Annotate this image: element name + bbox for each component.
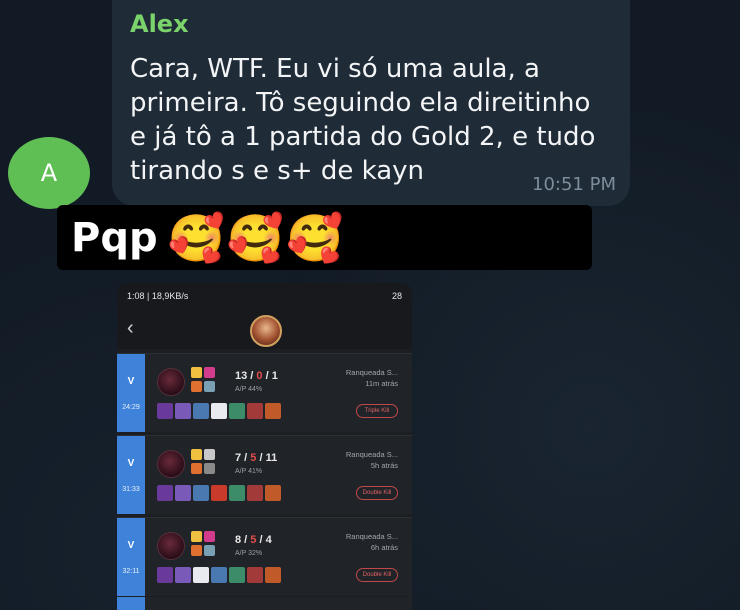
item-icon bbox=[175, 485, 191, 501]
sender-name[interactable]: Alex bbox=[130, 10, 189, 38]
champion-icon bbox=[250, 315, 282, 347]
smite-spell-icon bbox=[191, 381, 202, 392]
flash-spell-icon bbox=[191, 367, 202, 378]
battery-level: 28 bbox=[391, 291, 402, 301]
phone-nav-bar: ‹ bbox=[117, 309, 412, 349]
champion-portrait bbox=[157, 368, 185, 396]
result-bar: V 24:29 bbox=[117, 354, 145, 432]
multikill-badge: Double Kill bbox=[356, 486, 398, 500]
phone-status-bar: 1:08 | 18,9KB/s 28 bbox=[117, 283, 412, 309]
time-ago: 5h atrás bbox=[370, 461, 398, 470]
ward-item-icon bbox=[265, 485, 281, 501]
secondary-rune-icon bbox=[204, 545, 215, 556]
message-bubble[interactable]: Alex Cara, WTF. Eu vi só uma aula, a pri… bbox=[112, 0, 630, 206]
item-build bbox=[157, 403, 281, 419]
smiling-hearts-emoji-icon: 🥰 bbox=[226, 210, 285, 265]
item-icon bbox=[157, 403, 173, 419]
item-icon bbox=[193, 485, 209, 501]
item-icon bbox=[229, 403, 245, 419]
flash-spell-icon bbox=[191, 531, 202, 542]
item-icon bbox=[229, 485, 245, 501]
result-letter: V bbox=[127, 540, 135, 551]
multikill-badge: Double Kill bbox=[356, 568, 398, 582]
result-bar: V 32:11 bbox=[117, 518, 145, 596]
item-icon bbox=[175, 567, 191, 583]
kill-participation: A/P 44% bbox=[235, 386, 263, 393]
result-bar: V 31:33 bbox=[117, 436, 145, 514]
secondary-rune-icon bbox=[204, 463, 215, 474]
smite-spell-icon bbox=[191, 463, 202, 474]
match-duration: 24:29 bbox=[122, 404, 140, 411]
message-text: Cara, WTF. Eu vi só uma aula, a primeira… bbox=[130, 54, 596, 186]
item-icon bbox=[193, 403, 209, 419]
kda: 8 / 5 / 4 bbox=[235, 534, 272, 546]
item-build bbox=[157, 485, 281, 501]
caption-sticker[interactable]: Pqp 🥰 🥰 🥰 😍 😍 😍 😍 bbox=[57, 205, 592, 270]
item-icon bbox=[247, 567, 263, 583]
champion-portrait bbox=[157, 450, 185, 478]
item-icon bbox=[193, 567, 209, 583]
item-icon bbox=[211, 403, 227, 419]
queue-type: Ranqueada S... bbox=[345, 368, 398, 377]
heart-eyes-emoji-icon: 😍 bbox=[345, 210, 394, 265]
avatar-letter: A bbox=[40, 159, 58, 187]
item-icon bbox=[211, 485, 227, 501]
match-duration: 32:11 bbox=[122, 568, 140, 575]
rune-icon bbox=[204, 449, 215, 460]
ward-item-icon bbox=[265, 403, 281, 419]
item-icon bbox=[175, 403, 191, 419]
smite-spell-icon bbox=[191, 545, 202, 556]
flash-spell-icon bbox=[191, 449, 202, 460]
time-ago: 6h atrás bbox=[370, 543, 398, 552]
result-bar bbox=[117, 597, 145, 610]
queue-type: Ranqueada S... bbox=[345, 532, 398, 541]
smiling-hearts-emoji-icon: 🥰 bbox=[286, 210, 344, 265]
multikill-badge: Triple Kill bbox=[356, 404, 398, 418]
item-icon bbox=[157, 485, 173, 501]
queue-type: Ranqueada S... bbox=[345, 450, 398, 459]
champion-portrait bbox=[157, 532, 185, 560]
status-left: 1:08 | 18,9KB/s bbox=[127, 291, 189, 301]
kill-participation: A/P 32% bbox=[235, 550, 263, 557]
item-icon bbox=[247, 403, 263, 419]
item-build bbox=[157, 567, 281, 583]
kill-participation: A/P 41% bbox=[235, 468, 263, 475]
secondary-rune-icon bbox=[204, 381, 215, 392]
result-letter: V bbox=[127, 458, 135, 469]
partial-match-row bbox=[117, 597, 412, 610]
item-icon bbox=[211, 567, 227, 583]
item-icon bbox=[229, 567, 245, 583]
match-history-screenshot[interactable]: 1:08 | 18,9KB/s 28 ‹ V 24:29 13 / 0 / 1 … bbox=[117, 283, 412, 610]
result-letter: V bbox=[127, 376, 135, 387]
item-icon bbox=[247, 485, 263, 501]
heart-eyes-emoji-icon: 😍 bbox=[395, 210, 444, 265]
match-row: V 32:11 8 / 5 / 4 A/P 32% Ranqueada S...… bbox=[117, 517, 412, 596]
kda: 13 / 0 / 1 bbox=[235, 370, 278, 382]
match-duration: 31:33 bbox=[122, 486, 140, 493]
message-time: 10:51 PM bbox=[532, 174, 616, 195]
heart-eyes-emoji-icon: 😍 bbox=[445, 210, 494, 265]
match-row: V 24:29 13 / 0 / 1 A/P 44% Ranqueada S..… bbox=[117, 353, 412, 432]
chevron-left-icon: ‹ bbox=[127, 317, 134, 339]
sticker-text: Pqp bbox=[71, 214, 158, 261]
rune-icon bbox=[204, 367, 215, 378]
ward-item-icon bbox=[265, 567, 281, 583]
match-row: V 31:33 7 / 5 / 11 A/P 41% Ranqueada S..… bbox=[117, 435, 412, 514]
kda: 7 / 5 / 11 bbox=[235, 452, 278, 464]
avatar[interactable]: A bbox=[8, 137, 90, 209]
time-ago: 11m atrás bbox=[365, 379, 398, 388]
heart-eyes-emoji-icon: 😍 bbox=[495, 210, 544, 265]
item-icon bbox=[157, 567, 173, 583]
smiling-hearts-emoji-icon: 🥰 bbox=[167, 210, 225, 265]
rune-icon bbox=[204, 531, 215, 542]
